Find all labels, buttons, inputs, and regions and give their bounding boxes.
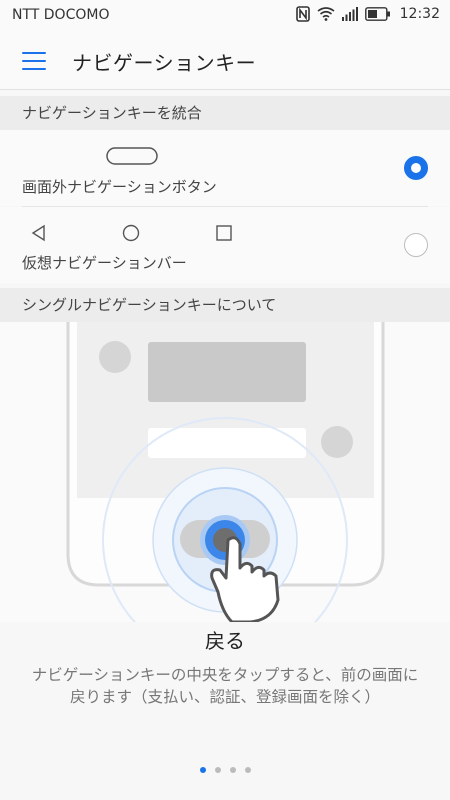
wifi-icon [317,7,335,21]
status-icons: 12:32 [295,6,440,22]
back-triangle-icon [31,224,45,242]
radio-unselected[interactable] [404,233,428,257]
tutorial-title: 戻る [205,629,245,653]
signal-icon [341,7,358,21]
app-bar: ナビゲーションキー [0,32,450,90]
section-header-integrate: ナビゲーションキーを統合 [0,96,450,130]
hamburger-icon[interactable] [22,50,48,72]
tutorial-illustration [0,322,450,622]
nfc-icon [295,6,310,22]
carrier-name: NTT DOCOMO [12,7,110,23]
home-circle-icon [122,224,140,242]
phone-illustration [66,322,385,622]
recents-square-icon [216,225,232,241]
page-dot-4[interactable] [244,767,251,773]
clock: 12:32 [399,6,440,22]
page-indicator[interactable] [0,767,450,773]
section-header-about: シングルナビゲーションキーについて [0,288,450,322]
page-dot-1[interactable] [199,767,206,773]
option-virtual-nav-bar[interactable]: 仮想ナビゲーションバー [0,207,450,283]
status-bar: NTT DOCOMO 12:32 [0,0,450,32]
page-dot-3[interactable] [229,767,236,773]
option-label: 仮想ナビゲーションバー [22,254,187,272]
battery-icon [364,7,390,21]
radio-selected[interactable] [404,156,428,180]
option-offscreen-nav-button[interactable]: 画面外ナビゲーションボタン [0,130,450,206]
page-dot-2[interactable] [214,767,221,773]
pill-button-icon [106,147,158,165]
option-label: 画面外ナビゲーションボタン [22,178,217,196]
page-title: ナビゲーションキー [72,51,257,75]
tutorial-description: ナビゲーションキーの中央をタップすると、前の画面に戻ります（支払い、認証、登録画… [31,666,419,706]
